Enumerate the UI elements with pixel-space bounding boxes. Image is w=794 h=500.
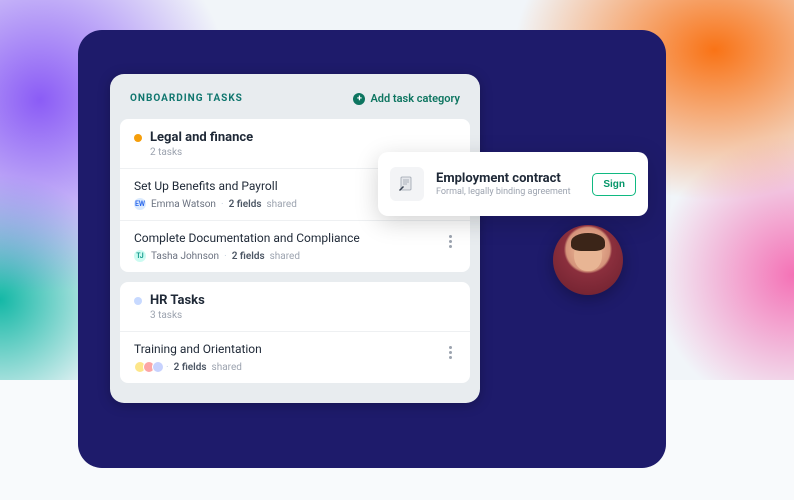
card-title: Employment contract: [436, 171, 580, 186]
section-task-count: 3 tasks: [150, 310, 456, 321]
more-icon[interactable]: [443, 231, 458, 252]
task-title: Complete Documentation and Compliance: [134, 231, 443, 245]
task-title: Training and Orientation: [134, 342, 443, 356]
shared-label: shared: [212, 362, 242, 373]
fields-count: 2 fields: [174, 362, 207, 373]
app-canvas: ONBOARDING TASKS + Add task category Leg…: [78, 30, 666, 468]
section-color-dot: [134, 297, 142, 305]
task-row[interactable]: Training and Orientation · 2 fields shar…: [120, 331, 470, 383]
card-subtitle: Formal, legally binding agreement: [436, 187, 580, 197]
onboarding-panel: ONBOARDING TASKS + Add task category Leg…: [110, 74, 480, 403]
assignee-name: Tasha Johnson: [151, 251, 219, 262]
employment-contract-card[interactable]: Employment contract Formal, legally bind…: [378, 152, 648, 216]
task-meta: · 2 fields shared: [134, 361, 443, 373]
section-title: HR Tasks: [150, 293, 205, 308]
section-color-dot: [134, 134, 142, 142]
section-header[interactable]: HR Tasks 3 tasks: [120, 282, 470, 331]
assignee-avatar-stack: [134, 361, 161, 373]
more-icon[interactable]: [443, 342, 458, 363]
assignee-name: Emma Watson: [151, 199, 216, 210]
separator: ·: [166, 362, 169, 373]
fields-count: 2 fields: [229, 199, 262, 210]
add-task-category-button[interactable]: + Add task category: [353, 92, 460, 105]
add-task-category-label: Add task category: [370, 92, 460, 105]
section-hr-tasks: HR Tasks 3 tasks Training and Orientatio…: [120, 282, 470, 383]
panel-title: ONBOARDING TASKS: [130, 93, 243, 104]
panel-header: ONBOARDING TASKS + Add task category: [120, 82, 470, 119]
task-row[interactable]: Complete Documentation and Compliance TJ…: [120, 220, 470, 272]
separator: ·: [221, 199, 224, 210]
document-pen-icon: [390, 167, 424, 201]
user-avatar[interactable]: [553, 225, 623, 295]
assignee-avatar: EW: [134, 198, 146, 210]
shared-label: shared: [267, 199, 297, 210]
fields-count: 2 fields: [232, 251, 265, 262]
assignee-avatar: TJ: [134, 250, 146, 262]
sign-button[interactable]: Sign: [592, 173, 636, 196]
shared-label: shared: [270, 251, 300, 262]
separator: ·: [224, 251, 227, 262]
task-meta: TJ Tasha Johnson · 2 fields shared: [134, 250, 443, 262]
section-title: Legal and finance: [150, 130, 253, 145]
plus-icon: +: [353, 93, 365, 105]
